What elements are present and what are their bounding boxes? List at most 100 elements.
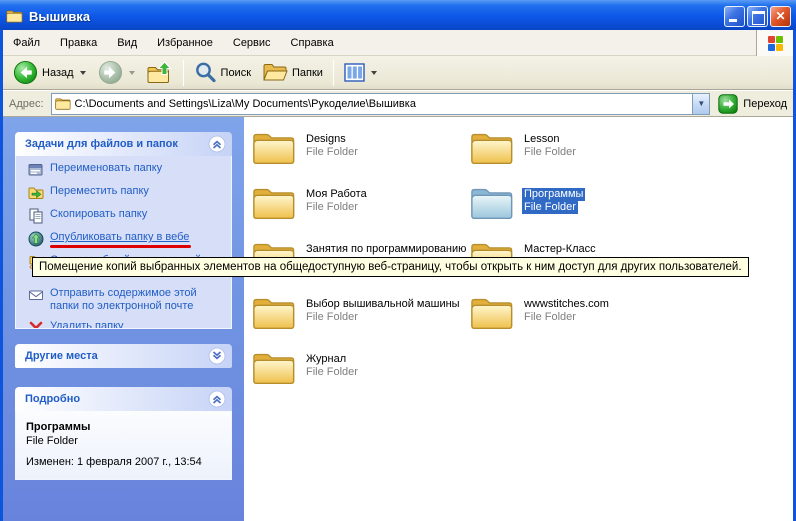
folders-button[interactable]: Папки <box>257 58 329 88</box>
views-button[interactable] <box>338 58 383 88</box>
menu-item[interactable]: Избранное <box>147 30 223 55</box>
tasks-panel-header[interactable]: Задачи для файлов и папок <box>15 132 232 156</box>
folder-name[interactable]: Designs <box>304 133 348 146</box>
details-body: Программы File Folder Изменен: 1 февраля… <box>15 411 232 480</box>
chevron-down-icon[interactable] <box>208 347 226 365</box>
forward-button[interactable] <box>92 58 141 88</box>
folder-tile[interactable]: wwwstitches.com File Folder <box>470 295 688 350</box>
folder-type: File Folder <box>304 146 360 159</box>
folder-icon[interactable] <box>470 185 514 221</box>
folder-icon[interactable] <box>252 295 296 331</box>
red-annotation-line <box>50 245 191 248</box>
folder-tile[interactable]: Журнал File Folder <box>252 350 470 405</box>
other-places-header[interactable]: Другие места <box>15 344 232 368</box>
tasks-list: Переименовать папку Переместить папку <box>15 156 232 329</box>
menu-item[interactable]: Сервис <box>223 30 281 55</box>
explorer-window: Вышивка ✕ Файл Правка Вид Избранное Серв… <box>0 0 796 521</box>
address-label: Адрес: <box>9 98 44 110</box>
folder-name[interactable]: Lesson <box>522 133 561 146</box>
folder-type: File Folder <box>304 311 360 324</box>
task-email-folder-contents[interactable]: Отправить содержимое этой папки по элект… <box>28 287 227 313</box>
file-list-area[interactable]: Designs File Folder <box>244 117 793 521</box>
tooltip: Помещение копий выбранных элементов на о… <box>32 257 749 277</box>
views-icon <box>344 63 365 82</box>
other-places-title: Другие места <box>25 350 208 362</box>
folder-name[interactable]: Журнал <box>304 353 348 366</box>
menu-item[interactable]: Вид <box>107 30 147 55</box>
windows-logo <box>756 30 793 56</box>
folder-icon <box>55 97 71 110</box>
folder-icon[interactable] <box>470 295 514 331</box>
close-button[interactable]: ✕ <box>770 6 791 27</box>
address-dropdown-button[interactable]: ▼ <box>692 94 709 114</box>
folder-tile[interactable]: Lesson File Folder <box>470 130 688 185</box>
task-copy-folder[interactable]: Скопировать папку <box>28 208 227 224</box>
folder-tile[interactable]: Выбор вышивальной машины File Folder <box>252 295 470 350</box>
details-item-type: File Folder <box>26 434 221 448</box>
back-dropdown-caret[interactable] <box>80 71 86 75</box>
address-combo[interactable]: C:\Documents and Settings\Liza\My Docume… <box>51 93 711 115</box>
folder-icon[interactable] <box>252 350 296 386</box>
folder-tile[interactable]: Designs File Folder <box>252 130 470 185</box>
task-move-folder[interactable]: Переместить папку <box>28 185 227 201</box>
address-input[interactable]: C:\Documents and Settings\Liza\My Docume… <box>71 98 693 110</box>
folder-up-icon <box>147 61 173 85</box>
details-item-name: Программы <box>26 420 221 434</box>
search-button[interactable]: Поиск <box>188 58 257 88</box>
panel-file-folder-tasks: Задачи для файлов и папок <box>15 132 232 329</box>
copy-icon <box>28 208 44 224</box>
folder-name[interactable]: Моя Работа <box>304 188 369 201</box>
toolbar: Назад <box>3 56 793 90</box>
up-button[interactable] <box>141 58 179 88</box>
back-button[interactable]: Назад <box>7 58 92 88</box>
folder-type: File Folder <box>304 201 360 214</box>
forward-dropdown-caret <box>129 71 135 75</box>
forward-icon <box>98 60 123 85</box>
details-item-modified: Изменен: 1 февраля 2007 г., 13:54 <box>26 455 221 469</box>
panel-details: Подробно Программы File Folder Изменен: … <box>15 387 232 480</box>
go-label: Переход <box>743 98 787 110</box>
search-icon <box>194 61 217 84</box>
go-button[interactable]: Переход <box>718 94 787 114</box>
toolbar-separator <box>183 60 184 86</box>
panel-other-places: Другие места <box>15 344 232 368</box>
folder-tile[interactable]: Моя Работа File Folder <box>252 185 470 240</box>
folder-name[interactable]: Мастер-Класс <box>522 243 598 256</box>
move-folder-icon <box>28 185 44 201</box>
folders-icon <box>263 62 288 83</box>
folder-icon[interactable] <box>252 185 296 221</box>
task-pane-sidebar: Задачи для файлов и папок <box>3 117 244 521</box>
menu-item[interactable]: Правка <box>50 30 107 55</box>
minimize-button[interactable] <box>724 6 745 27</box>
folder-type: File Folder <box>522 311 578 324</box>
details-title: Подробно <box>25 393 208 405</box>
folder-name[interactable]: wwwstitches.com <box>522 298 611 311</box>
window-title: Вышивка <box>29 9 724 24</box>
folder-name[interactable]: Выбор вышивальной машины <box>304 298 462 311</box>
task-rename-folder[interactable]: Переименовать папку <box>28 162 227 178</box>
task-delete-folder[interactable]: Удалить папку <box>28 320 227 329</box>
email-icon <box>28 287 44 303</box>
chevron-up-icon[interactable] <box>208 135 226 153</box>
go-icon <box>718 94 738 114</box>
menubar: Файл Правка Вид Избранное Сервис Справка <box>3 30 793 56</box>
views-dropdown-caret[interactable] <box>371 71 377 75</box>
folder-icon[interactable] <box>470 130 514 166</box>
folder-type: File Folder <box>522 201 578 214</box>
folder-name[interactable]: Занятия по программированию <box>304 243 468 256</box>
back-icon <box>13 60 38 85</box>
task-publish-folder-to-web[interactable]: Опубликовать папку в вебе <box>28 231 227 247</box>
publish-web-icon <box>28 231 44 247</box>
menu-item[interactable]: Файл <box>3 30 50 55</box>
toolbar-separator <box>333 60 334 86</box>
content-area: Задачи для файлов и папок <box>3 117 793 521</box>
tasks-panel-title: Задачи для файлов и папок <box>25 138 208 150</box>
menu-item[interactable]: Справка <box>281 30 344 55</box>
folder-icon[interactable] <box>252 130 296 166</box>
folder-name[interactable]: Программы <box>522 188 585 201</box>
details-header[interactable]: Подробно <box>15 387 232 411</box>
folder-type: File Folder <box>304 366 360 379</box>
folder-tile[interactable]: Программы File Folder <box>470 185 688 240</box>
chevron-up-icon[interactable] <box>208 390 226 408</box>
maximize-button[interactable] <box>747 6 768 27</box>
